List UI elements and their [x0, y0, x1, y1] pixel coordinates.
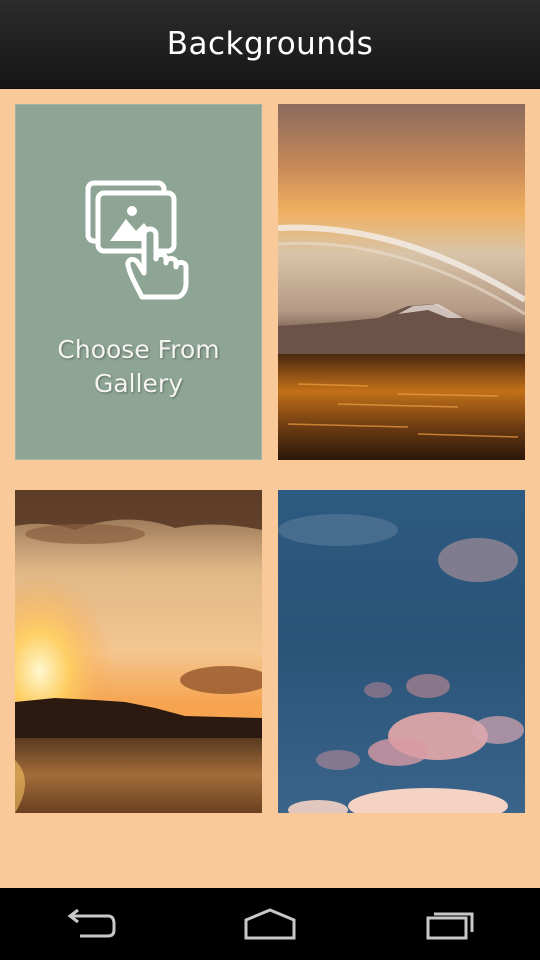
- home-button[interactable]: [225, 894, 315, 954]
- background-thumbnail-lake-sunset[interactable]: [15, 490, 262, 813]
- gallery-touch-icon: [84, 179, 194, 303]
- back-icon: [67, 908, 116, 938]
- page-title: Backgrounds: [166, 26, 374, 62]
- top-app-bar: Backgrounds: [0, 0, 540, 89]
- choose-from-gallery-tile[interactable]: Choose From Gallery: [15, 104, 262, 460]
- back-button[interactable]: [45, 894, 135, 954]
- recents-icon: [426, 912, 474, 940]
- system-navigation-bar: [0, 888, 540, 960]
- background-thumbnail-planet-sunset[interactable]: [278, 104, 525, 460]
- app-root: Backgrounds Choose From Gallery: [0, 0, 540, 960]
- recents-button[interactable]: [405, 894, 495, 954]
- gallery-label: Choose From Gallery: [57, 335, 220, 398]
- background-thumbnail-blue-sky[interactable]: [278, 490, 525, 813]
- home-icon: [244, 908, 296, 940]
